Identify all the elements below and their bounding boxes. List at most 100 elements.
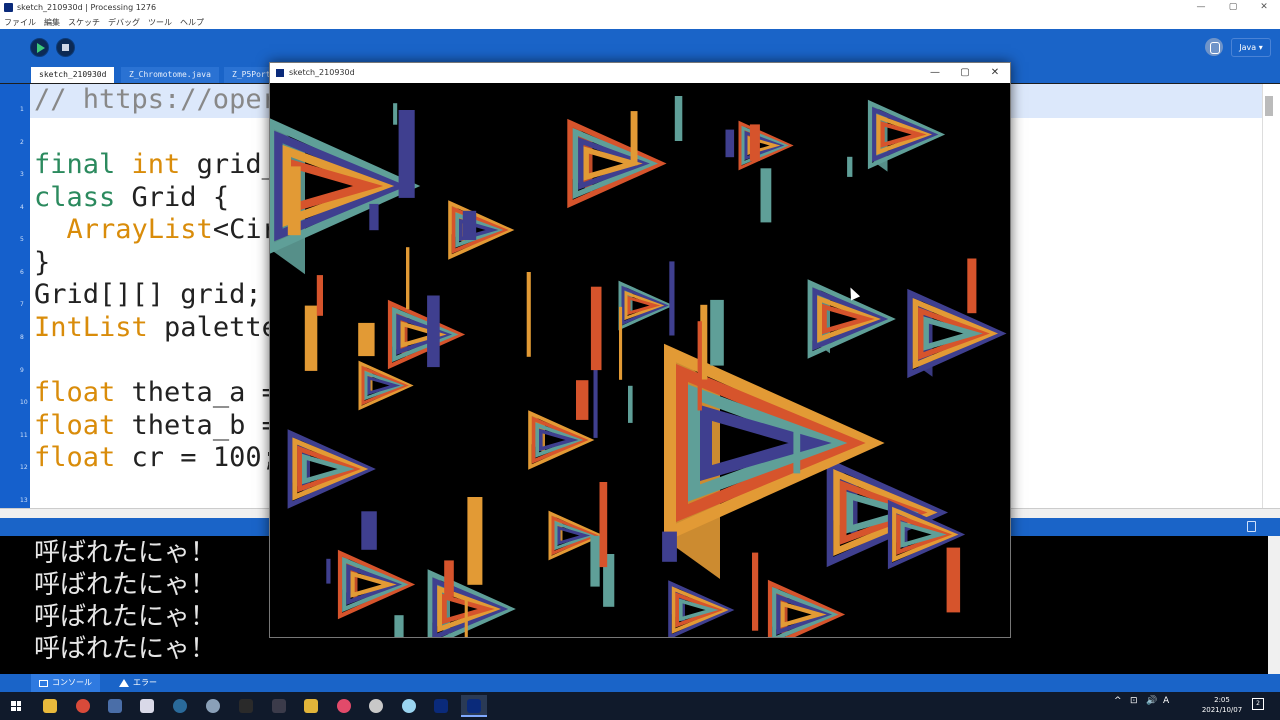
processing-icon — [467, 699, 481, 713]
tab-chromotome[interactable]: Z_Chromotome.java — [121, 67, 219, 83]
play-icon — [37, 43, 45, 53]
notes-app[interactable] — [134, 695, 160, 717]
puzzle-app[interactable] — [298, 695, 324, 717]
circle-app[interactable] — [167, 695, 193, 717]
mode-selector[interactable]: Java ▾ — [1231, 38, 1271, 57]
start-button[interactable] — [0, 692, 32, 720]
code-line[interactable]: // https://oper — [34, 84, 278, 115]
line-number: 8 — [20, 334, 24, 341]
ncv-app[interactable] — [266, 695, 292, 717]
chrome-app[interactable] — [70, 695, 96, 717]
menu-help[interactable]: ヘルプ — [180, 17, 204, 28]
code-line[interactable]: float theta_a = — [34, 377, 278, 408]
lips-icon — [337, 699, 351, 713]
art-bar — [326, 558, 331, 584]
notification-icon[interactable]: 2 — [1252, 698, 1264, 710]
tab-errors[interactable]: エラー — [111, 674, 165, 692]
editor-vertical-scrollbar[interactable] — [1262, 84, 1280, 508]
code-line[interactable]: } — [34, 247, 50, 278]
art-bar — [427, 295, 440, 368]
console-line: 呼ばれたにゃ！ — [34, 634, 217, 664]
ncv-icon — [272, 699, 286, 713]
sketch-title-bar: sketch_210930d — ▢ ✕ — [270, 63, 1010, 83]
tray-network-icon[interactable]: ⊡ — [1130, 696, 1138, 706]
art-bar — [710, 299, 724, 366]
tray-ime-icon[interactable]: A — [1163, 696, 1169, 706]
art-bar — [662, 531, 677, 562]
record-icon — [369, 699, 383, 713]
tab-sketch[interactable]: sketch_210930d — [31, 67, 115, 83]
code-line[interactable]: IntList palette — [34, 312, 278, 343]
art-bar — [630, 111, 638, 166]
generative-art — [270, 96, 1007, 637]
sketch-maximize-button[interactable]: ▢ — [950, 63, 980, 83]
tab-console[interactable]: コンソール — [31, 674, 100, 692]
art-shape — [567, 118, 667, 209]
tray-volume-icon[interactable]: 🔊 — [1146, 696, 1157, 706]
minimize-button[interactable]: — — [1185, 0, 1217, 15]
art-bar — [467, 497, 483, 585]
debugger-icon[interactable] — [1205, 38, 1223, 56]
stop-button[interactable] — [56, 38, 75, 57]
face-icon — [402, 699, 416, 713]
art-bar — [393, 103, 398, 125]
art-bar — [697, 321, 702, 411]
art-shape — [448, 200, 515, 260]
line-number: 9 — [20, 367, 24, 374]
explorer-app[interactable] — [37, 695, 63, 717]
sketch-canvas[interactable] — [270, 83, 1010, 637]
clock-date: 2021/10/07 — [1201, 706, 1243, 714]
paint-icon — [206, 699, 220, 713]
puzzle-icon — [304, 699, 318, 713]
menu-tools[interactable]: ツール — [148, 17, 172, 28]
menu-edit[interactable]: 編集 — [44, 17, 60, 28]
close-button[interactable]: ✕ — [1248, 0, 1280, 15]
clipboard-icon[interactable] — [1247, 521, 1256, 532]
warning-icon — [119, 679, 129, 687]
art-bar — [749, 124, 760, 161]
code-line[interactable]: ArrayList<Cir — [34, 214, 278, 245]
lips-app[interactable] — [331, 695, 357, 717]
menu-file[interactable]: ファイル — [4, 17, 36, 28]
art-bar — [369, 203, 379, 231]
b-icon — [239, 699, 253, 713]
run-button[interactable] — [30, 38, 49, 57]
processing-app-1[interactable] — [428, 695, 454, 717]
processing-app-2[interactable] — [461, 695, 487, 717]
calculator-app[interactable] — [102, 695, 128, 717]
record-app[interactable] — [363, 695, 389, 717]
art-bar — [669, 261, 675, 336]
art-bar — [847, 156, 853, 177]
art-bar — [287, 166, 301, 236]
maximize-button[interactable]: ▢ — [1217, 0, 1249, 15]
art-bar — [398, 110, 415, 198]
stop-icon — [62, 44, 69, 51]
paint-app[interactable] — [200, 695, 226, 717]
art-bar — [358, 322, 375, 357]
windows-icon — [11, 701, 21, 711]
art-bar — [444, 560, 454, 597]
art-bar — [793, 428, 801, 474]
sketch-minimize-button[interactable]: — — [920, 63, 950, 83]
code-line[interactable]: Grid[][] grid; — [34, 279, 262, 310]
console-scrollbar[interactable] — [1268, 536, 1280, 674]
scrollbar-thumb[interactable] — [1265, 96, 1273, 116]
art-shape — [767, 579, 846, 637]
tray-chevron-icon[interactable]: ^ — [1114, 696, 1122, 706]
art-bar — [576, 380, 589, 420]
code-line[interactable]: float cr = 100; — [34, 442, 278, 473]
code-line[interactable]: float theta_b = — [34, 410, 278, 441]
menu-debug[interactable]: デバッグ — [108, 17, 140, 28]
art-shape — [387, 299, 466, 370]
art-bar — [760, 168, 772, 223]
menu-sketch[interactable]: スケッチ — [68, 17, 100, 28]
art-bar — [316, 275, 323, 316]
b-app[interactable] — [233, 695, 259, 717]
sketch-close-button[interactable]: ✕ — [980, 63, 1010, 83]
taskbar-clock[interactable]: 2:05 2021/10/07 — [1200, 695, 1244, 715]
tab-console-label: コンソール — [52, 678, 92, 687]
code-line[interactable]: final int grid_ — [34, 149, 278, 180]
art-bar — [526, 272, 531, 357]
code-line[interactable]: class Grid { — [34, 182, 229, 213]
face-app[interactable] — [396, 695, 422, 717]
